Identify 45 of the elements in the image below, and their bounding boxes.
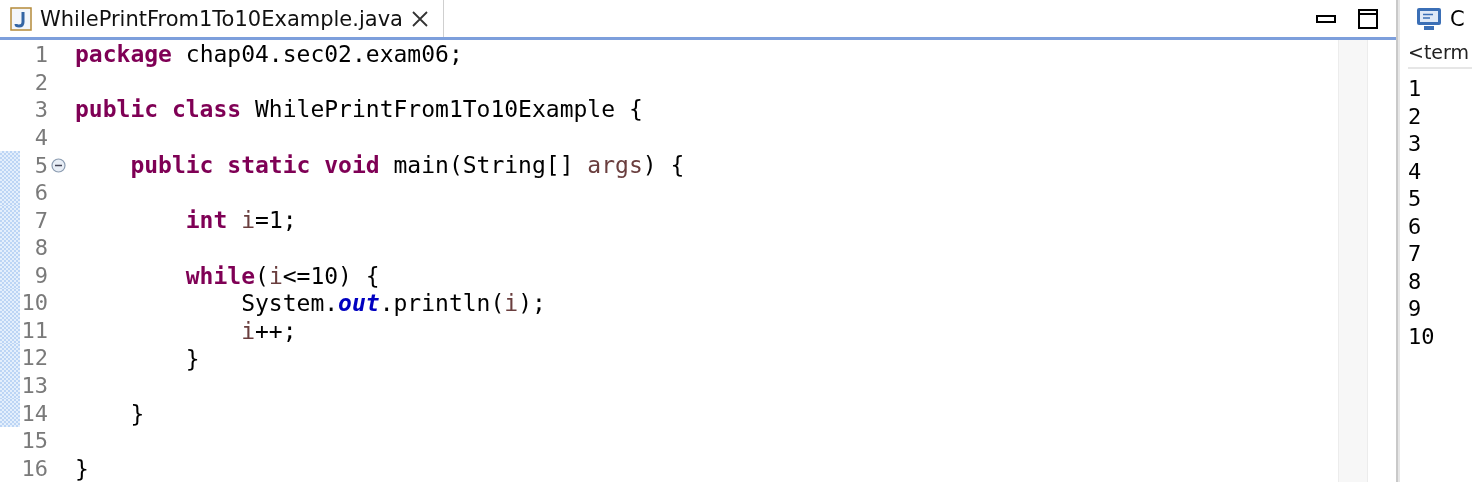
console-line: 5 xyxy=(1408,185,1423,213)
console-subtitle: <term xyxy=(1408,41,1470,63)
line-number: 12 xyxy=(20,345,48,371)
code-line: } xyxy=(129,400,146,429)
tab-title: WhilePrintFrom1To10Example.java xyxy=(40,6,403,31)
code-line: while(i<=10) { xyxy=(184,262,381,291)
line-number: 7 xyxy=(33,207,48,233)
code-line: } xyxy=(74,456,90,482)
line-number: 3 xyxy=(33,97,48,123)
console-line: 9 xyxy=(1408,295,1423,323)
console-line: 6 xyxy=(1408,212,1423,240)
maximize-icon[interactable] xyxy=(1358,8,1378,29)
line-number: 4 xyxy=(33,124,48,150)
code-line: int i=1; xyxy=(184,207,298,235)
console-line: 4 xyxy=(1408,157,1423,185)
java-file-icon xyxy=(10,6,32,31)
code-line: i++; xyxy=(240,317,298,346)
monitor-icon xyxy=(1416,5,1442,32)
line-number: 9 xyxy=(33,262,48,288)
console-line: 10 xyxy=(1408,322,1436,350)
console-title[interactable]: C xyxy=(1450,6,1465,31)
close-icon[interactable] xyxy=(410,9,429,28)
line-number: 13 xyxy=(20,373,48,399)
line-number: 8 xyxy=(33,235,48,261)
code-line: } xyxy=(184,345,201,374)
collapse-icon[interactable] xyxy=(50,157,66,173)
console-line: 8 xyxy=(1408,267,1423,295)
code-line: package chap04.sec02.exam06; xyxy=(74,41,464,69)
line-number: 10 xyxy=(20,290,48,316)
line-number: 2 xyxy=(33,69,48,95)
line-number: 1 xyxy=(33,42,48,68)
minimize-icon[interactable] xyxy=(1316,14,1336,23)
line-number: 5 xyxy=(33,152,48,178)
line-number: 15 xyxy=(20,428,48,454)
line-number: 16 xyxy=(20,455,48,481)
line-number: 11 xyxy=(20,317,48,343)
console-line: 3 xyxy=(1408,130,1423,158)
console-line: 7 xyxy=(1408,240,1423,268)
code-line: public class WhilePrintFrom1To10Example { xyxy=(74,96,644,125)
console-line: 2 xyxy=(1408,102,1423,130)
code-line: System.out.println(i); xyxy=(240,290,547,318)
line-number: 6 xyxy=(33,180,48,206)
console-line: 1 xyxy=(1408,75,1423,103)
line-number: 14 xyxy=(20,400,48,426)
code-line: public static void main(String[] args) { xyxy=(129,151,686,180)
